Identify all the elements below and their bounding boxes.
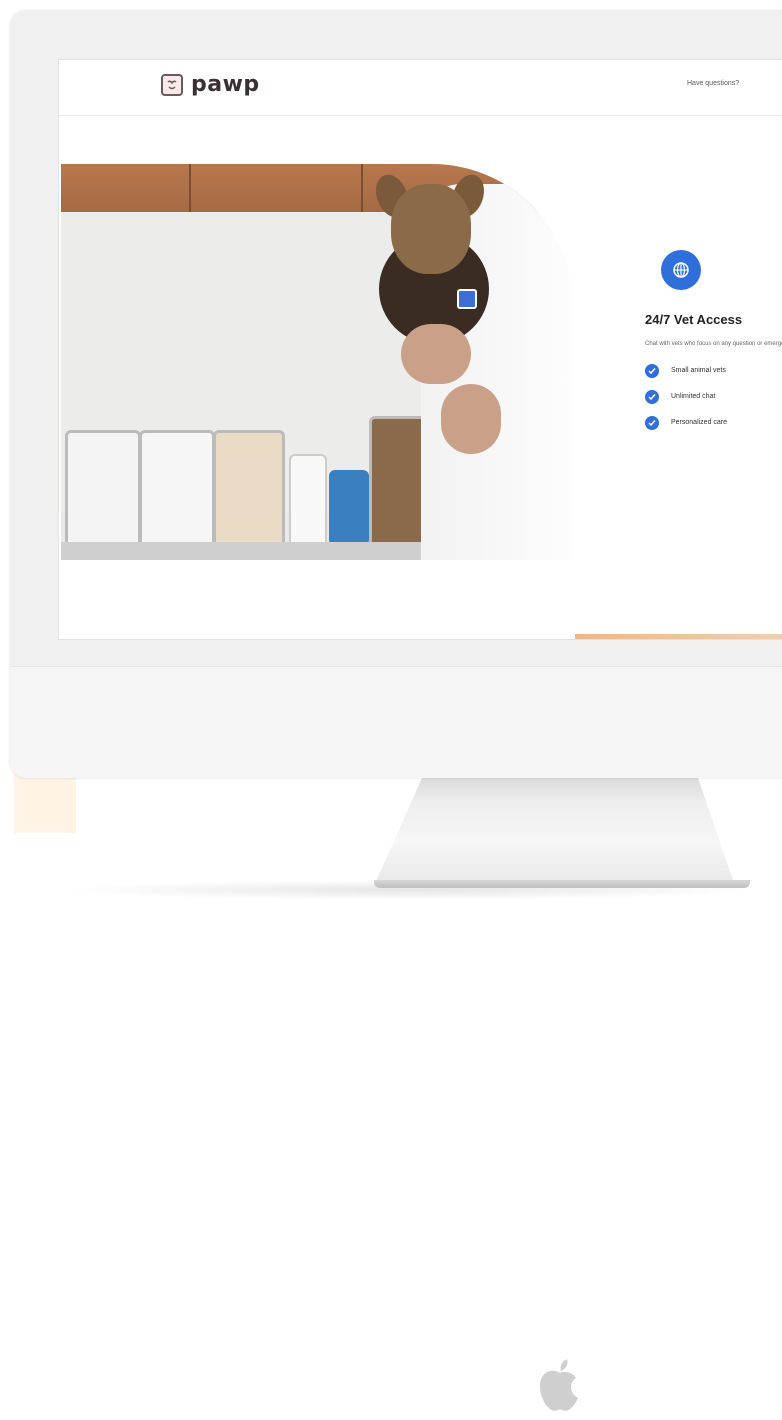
list-item: Personalized care <box>645 415 782 430</box>
list-item-label: Unlimited chat <box>671 393 716 400</box>
list-item-label: Personalized care <box>671 419 728 426</box>
feature-description: Chat with vets who focus on any question… <box>645 341 782 347</box>
photo-dog-head <box>391 184 471 274</box>
pawp-logo-icon <box>161 73 183 96</box>
promo-strip <box>575 634 782 639</box>
photo-hand <box>441 384 501 454</box>
website-screen: pawp Have questions? 24/7 Vet Access Cha… <box>58 59 782 640</box>
photo-blue-jar <box>329 470 369 546</box>
list-item-label: Small animal vets <box>671 367 726 374</box>
list-item: Unlimited chat <box>645 389 782 404</box>
apple-logo-icon <box>535 1355 585 1415</box>
photo-tag-icon <box>457 289 477 309</box>
header-help-link[interactable]: Have questions? <box>687 80 739 87</box>
hero-photo-vet-holding-dog <box>61 164 572 560</box>
logo-text: pawp <box>191 72 260 97</box>
feature-title: 24/7 Vet Access <box>645 312 743 327</box>
check-circle-icon <box>645 415 659 430</box>
list-item: Small animal vets <box>645 363 782 378</box>
feature-card: 24/7 Vet Access Chat with vets who focus… <box>645 250 782 441</box>
check-circle-icon <box>645 389 659 404</box>
monitor-stand <box>374 776 735 886</box>
decorative-accent-block <box>14 773 76 833</box>
monitor-frame: pawp Have questions? 24/7 Vet Access Cha… <box>10 10 782 1411</box>
check-circle-icon <box>645 363 659 378</box>
monitor-stand-base <box>374 880 750 888</box>
globe-icon <box>661 250 701 290</box>
site-header: pawp Have questions? <box>59 60 782 116</box>
monitor-chin <box>10 666 782 1411</box>
photo-jar <box>213 430 285 552</box>
feature-list: Small animal vets Unlimited chat Persona… <box>645 363 782 430</box>
photo-jar <box>139 430 215 552</box>
photo-bottle <box>289 454 327 550</box>
photo-hand <box>401 324 471 384</box>
site-logo[interactable]: pawp <box>161 72 260 97</box>
photo-jar <box>65 430 141 552</box>
